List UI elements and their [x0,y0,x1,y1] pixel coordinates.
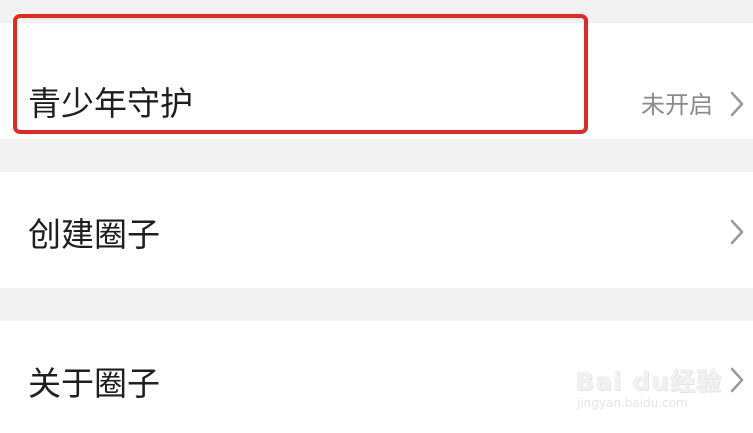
settings-row-label: 创建圈子 [28,215,160,254]
chevron-right-icon [729,90,745,118]
settings-row-youth-protection[interactable]: 青少年守护 未开启 [0,23,753,139]
settings-row-label: 青少年守护 [28,84,193,123]
settings-row-about-circle[interactable]: 关于圈子 [0,321,753,433]
chevron-right-icon [729,218,745,246]
settings-row-status: 未开启 [641,91,713,119]
chevron-right-icon [729,366,745,394]
settings-row-label: 关于圈子 [28,364,160,403]
settings-row-create-circle[interactable]: 创建圈子 [0,172,753,288]
